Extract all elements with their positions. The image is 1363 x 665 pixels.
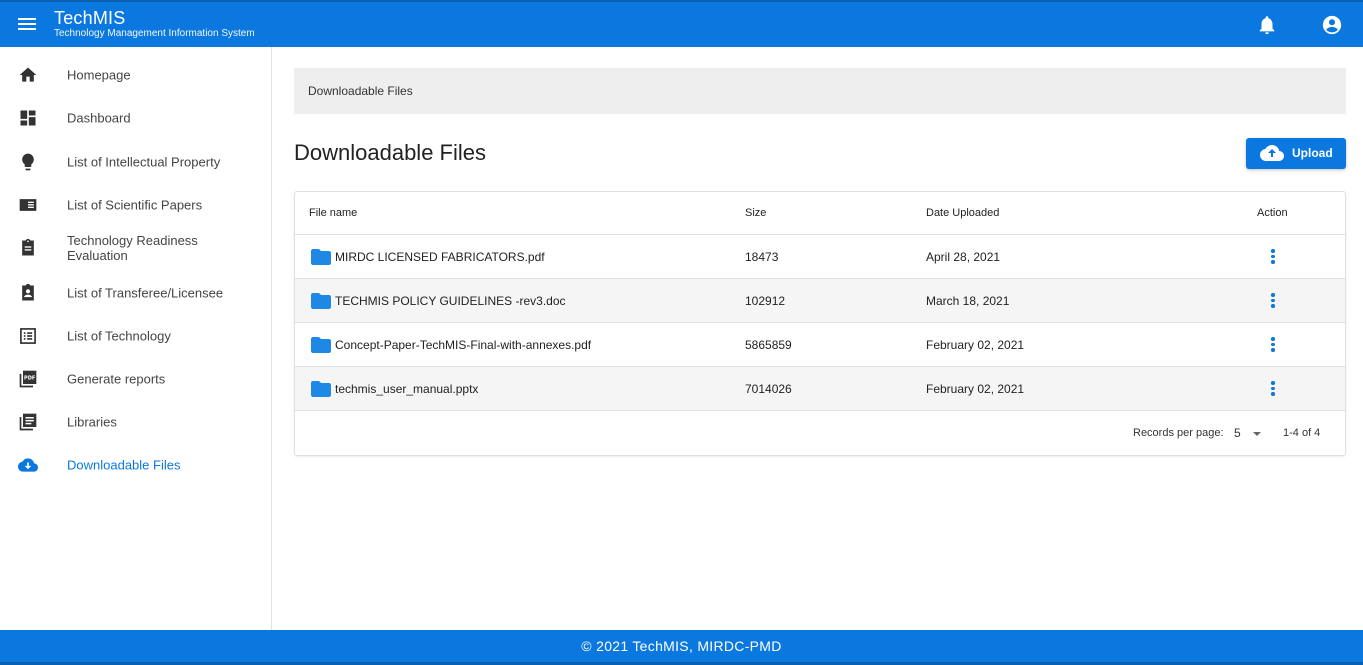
file-name: MIRDC LICENSED FABRICATORS.pdf: [335, 250, 545, 264]
library-icon: [19, 413, 37, 431]
book-icon: [19, 199, 37, 211]
table-row[interactable]: Concept-Paper-TechMIS-Final-with-annexes…: [295, 323, 1345, 367]
upload-button[interactable]: Upload: [1246, 138, 1346, 169]
clipboard-icon: [22, 238, 34, 256]
column-header-size[interactable]: Size: [745, 207, 766, 219]
sidebar-item-label: List of Technology: [67, 328, 171, 344]
file-date: March 18, 2021: [926, 294, 1010, 308]
app-subtitle: Technology Management Information System: [54, 28, 255, 39]
sidebar-item-label: Libraries: [67, 414, 117, 430]
pagination: Records per page: 5 1-4 of 4: [295, 412, 1345, 456]
sidebar-item-scientific-papers[interactable]: List of Scientific Papers: [0, 185, 271, 225]
sidebar-item-label: Downloadable Files: [67, 457, 181, 473]
sidebar-item-label: Technology Readiness Evaluation: [67, 233, 198, 263]
upload-label: Upload: [1292, 146, 1333, 160]
sidebar-item-label: Generate reports: [67, 371, 166, 387]
file-date: February 02, 2021: [926, 382, 1025, 396]
sidebar-item-technology-readiness[interactable]: Technology Readiness Evaluation: [0, 228, 271, 268]
sidebar-item-label: List of Scientific Papers: [67, 197, 203, 213]
folder-icon: [311, 249, 331, 265]
chevron-down-icon: [1253, 432, 1261, 436]
sidebar-item-label: Dashboard: [67, 110, 131, 126]
column-header-action: Action: [1257, 207, 1288, 219]
sidebar-item-label: List of Transferee/Licensee: [67, 285, 224, 301]
cloud-download-icon: [18, 458, 38, 472]
sidebar-item-homepage[interactable]: Homepage: [0, 55, 271, 95]
file-name: Concept-Paper-TechMIS-Final-with-annexes…: [335, 338, 592, 352]
sidebar-item-transferee-licensee[interactable]: List of Transferee/Licensee: [0, 273, 271, 313]
table-header: File name Size Date Uploaded Action: [295, 192, 1345, 235]
sidebar-item-label: Homepage: [67, 67, 131, 83]
table-row[interactable]: techmis_user_manual.pptx 7014026 Februar…: [295, 367, 1345, 411]
breadcrumb: Downloadable Files: [294, 68, 1346, 114]
file-size: 102912: [745, 294, 786, 308]
file-size: 5865859: [745, 338, 792, 352]
sidebar-item-downloadable-files[interactable]: Downloadable Files: [0, 445, 271, 485]
sidebar-item-intellectual-property[interactable]: List of Intellectual Property: [0, 142, 271, 182]
sidebar-item-dashboard[interactable]: Dashboard: [0, 98, 271, 138]
bell-icon[interactable]: [1256, 14, 1278, 36]
pagination-range: 1-4 of 4: [1283, 427, 1321, 439]
table-row[interactable]: MIRDC LICENSED FABRICATORS.pdf 18473 Apr…: [295, 235, 1345, 279]
records-per-page-value: 5: [1234, 426, 1241, 440]
clipboard-account-icon: [22, 283, 34, 301]
folder-icon: [311, 337, 331, 353]
column-header-file-name[interactable]: File name: [309, 207, 357, 219]
pdf-icon: PDF: [19, 370, 37, 388]
file-size: 7014026: [745, 382, 792, 396]
lightbulb-icon: [22, 153, 34, 171]
home-icon: [19, 67, 37, 82]
list-box-icon: [20, 328, 36, 344]
more-vert-icon[interactable]: [1263, 379, 1283, 399]
sidebar-item-generate-reports[interactable]: PDF Generate reports: [0, 359, 271, 399]
file-date: February 02, 2021: [926, 338, 1025, 352]
cloud-upload-icon: [1260, 145, 1284, 161]
sidebar: Homepage Dashboard List of Intellectual …: [0, 47, 272, 630]
file-size: 18473: [745, 250, 779, 264]
more-vert-icon[interactable]: [1263, 291, 1283, 311]
more-vert-icon[interactable]: [1263, 335, 1283, 355]
folder-icon: [311, 293, 331, 309]
more-vert-icon[interactable]: [1263, 247, 1283, 267]
breadcrumb-item[interactable]: Downloadable Files: [308, 84, 413, 98]
sidebar-item-technology[interactable]: List of Technology: [0, 316, 271, 356]
dashboard-icon: [20, 110, 36, 126]
svg-text:PDF: PDF: [24, 375, 35, 381]
sidebar-item-label: List of Intellectual Property: [67, 154, 221, 170]
file-date: April 28, 2021: [926, 250, 1001, 264]
app-bar: TechMIS Technology Management Informatio…: [0, 0, 1363, 47]
page-title: Downloadable Files: [294, 140, 486, 165]
account-circle-icon[interactable]: [1321, 14, 1343, 36]
file-name: techmis_user_manual.pptx: [335, 382, 479, 396]
hamburger-menu-icon[interactable]: [18, 15, 38, 33]
files-table: File name Size Date Uploaded Action MIRD…: [294, 191, 1346, 456]
file-name: TECHMIS POLICY GUIDELINES -rev3.doc: [335, 294, 566, 308]
footer: © 2021 TechMIS, MIRDC-PMD: [0, 630, 1363, 665]
footer-text: © 2021 TechMIS, MIRDC-PMD: [581, 638, 782, 654]
column-header-date-uploaded[interactable]: Date Uploaded: [926, 207, 999, 219]
app-title: TechMIS: [54, 8, 126, 28]
records-per-page-select[interactable]: 5: [1230, 423, 1262, 443]
records-per-page-label: Records per page:: [1133, 427, 1224, 439]
folder-icon: [311, 381, 331, 397]
table-row[interactable]: TECHMIS POLICY GUIDELINES -rev3.doc 1029…: [295, 279, 1345, 323]
sidebar-item-libraries[interactable]: Libraries: [0, 402, 271, 442]
